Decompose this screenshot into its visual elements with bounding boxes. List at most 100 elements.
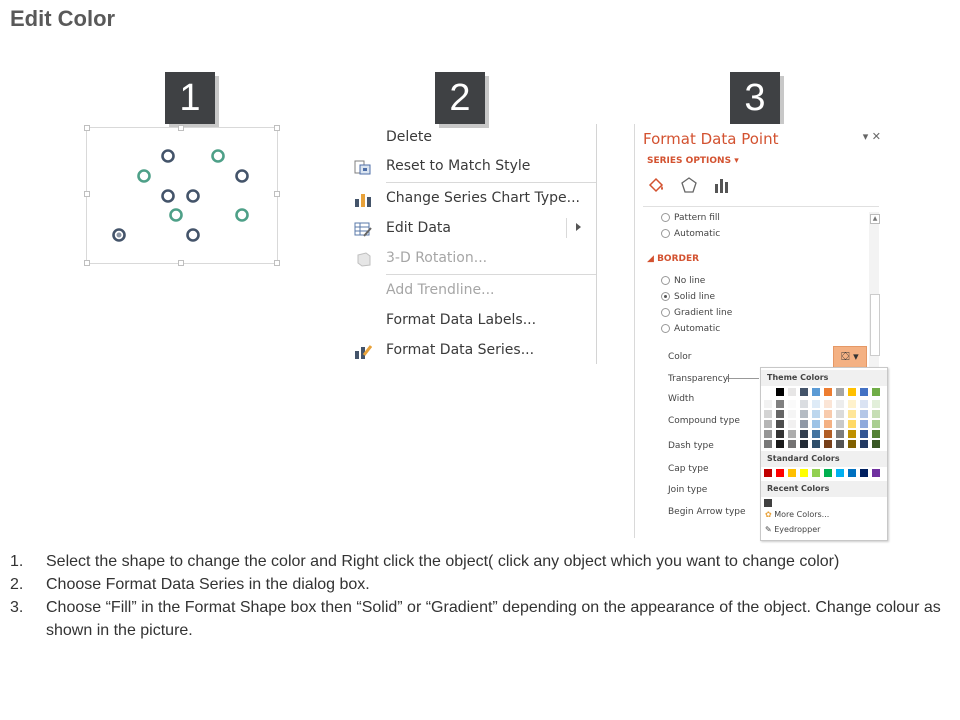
color-swatch[interactable] [872, 388, 880, 396]
color-swatch[interactable] [764, 499, 772, 507]
radio-button-selected[interactable] [661, 292, 670, 301]
color-swatch[interactable] [764, 440, 772, 448]
more-colors-item[interactable]: ✿ More Colors... [765, 510, 829, 519]
slider-thumb[interactable] [728, 374, 729, 382]
radio-automatic-line[interactable]: Automatic [661, 324, 720, 334]
color-swatch[interactable] [800, 388, 808, 396]
data-point-dark[interactable] [161, 189, 175, 203]
outline-color-button[interactable]: ⛋ ▾ [833, 346, 867, 368]
color-swatch[interactable] [776, 430, 784, 438]
data-point-teal[interactable] [169, 208, 183, 222]
color-swatch[interactable] [800, 469, 808, 477]
color-swatch[interactable] [812, 410, 820, 418]
radio-gradient-line[interactable]: Gradient line [661, 308, 732, 318]
color-swatch[interactable] [812, 420, 820, 428]
data-point-teal[interactable] [235, 208, 249, 222]
color-swatch[interactable] [848, 430, 856, 438]
color-swatch[interactable] [860, 440, 868, 448]
pentagon-effects-icon[interactable] [680, 176, 698, 194]
color-swatch[interactable] [824, 440, 832, 448]
color-swatch[interactable] [776, 388, 784, 396]
radio-button[interactable] [661, 324, 670, 333]
color-swatch[interactable] [812, 388, 820, 396]
color-swatch[interactable] [836, 420, 844, 428]
data-point-dark[interactable] [235, 169, 249, 183]
color-swatch[interactable] [836, 430, 844, 438]
color-swatch[interactable] [800, 410, 808, 418]
color-swatch[interactable] [848, 410, 856, 418]
border-section-header[interactable]: ◢ BORDER [647, 254, 699, 264]
color-swatch[interactable] [800, 430, 808, 438]
color-swatch[interactable] [824, 410, 832, 418]
color-swatch[interactable] [860, 420, 868, 428]
color-swatch[interactable] [860, 430, 868, 438]
color-swatch[interactable] [764, 420, 772, 428]
color-swatch[interactable] [860, 469, 868, 477]
color-swatch[interactable] [848, 440, 856, 448]
color-swatch[interactable] [872, 440, 880, 448]
color-swatch[interactable] [824, 430, 832, 438]
data-point-teal[interactable] [137, 169, 151, 183]
color-swatch[interactable] [788, 400, 796, 408]
color-swatch[interactable] [836, 400, 844, 408]
menu-item-edit-data[interactable]: Edit Data [350, 215, 596, 243]
radio-button[interactable] [661, 213, 670, 222]
color-swatch[interactable] [872, 410, 880, 418]
menu-item-change-series-chart-type[interactable]: Change Series Chart Type... [350, 185, 596, 213]
color-swatch[interactable] [764, 410, 772, 418]
series-options-dropdown[interactable]: SERIES OPTIONS ▾ [647, 156, 739, 166]
color-swatch[interactable] [824, 469, 832, 477]
color-swatch[interactable] [800, 420, 808, 428]
data-point-dark[interactable] [161, 149, 175, 163]
data-point-dark[interactable] [186, 189, 200, 203]
color-swatch[interactable] [836, 440, 844, 448]
radio-solid-line[interactable]: Solid line [661, 292, 715, 302]
data-point-teal[interactable] [211, 149, 225, 163]
color-swatch[interactable] [764, 388, 772, 396]
menu-item-add-trendline[interactable]: Add Trendline... [350, 277, 596, 305]
color-swatch[interactable] [776, 420, 784, 428]
color-swatch[interactable] [824, 420, 832, 428]
color-swatch[interactable] [860, 400, 868, 408]
color-swatch[interactable] [764, 400, 772, 408]
color-swatch[interactable] [788, 469, 796, 477]
color-swatch[interactable] [788, 410, 796, 418]
menu-item-reset-to-match-style[interactable]: Reset to Match Style [350, 153, 596, 181]
color-swatch[interactable] [812, 440, 820, 448]
color-swatch[interactable] [836, 469, 844, 477]
color-swatch[interactable] [860, 410, 868, 418]
close-icon[interactable]: ✕ [872, 130, 881, 143]
color-swatch[interactable] [848, 400, 856, 408]
scroll-thumb[interactable] [870, 294, 880, 356]
color-swatch[interactable] [872, 430, 880, 438]
color-swatch[interactable] [872, 420, 880, 428]
color-swatch[interactable] [788, 430, 796, 438]
color-swatch[interactable] [836, 388, 844, 396]
menu-item-delete[interactable]: Delete [350, 124, 596, 152]
color-swatch[interactable] [860, 388, 868, 396]
color-swatch[interactable] [836, 410, 844, 418]
color-swatch[interactable] [872, 400, 880, 408]
color-swatch[interactable] [848, 469, 856, 477]
color-swatch[interactable] [764, 469, 772, 477]
color-swatch[interactable] [788, 388, 796, 396]
menu-item-3d-rotation[interactable]: 3-D Rotation... [350, 245, 596, 273]
menu-item-format-data-series[interactable]: Format Data Series... [350, 337, 596, 365]
radio-button[interactable] [661, 229, 670, 238]
color-swatch[interactable] [800, 400, 808, 408]
color-swatch[interactable] [776, 469, 784, 477]
color-swatch[interactable] [788, 420, 796, 428]
color-swatch[interactable] [812, 430, 820, 438]
color-swatch[interactable] [776, 440, 784, 448]
color-swatch[interactable] [776, 410, 784, 418]
radio-button[interactable] [661, 308, 670, 317]
color-swatch[interactable] [848, 388, 856, 396]
radio-automatic-fill[interactable]: Automatic [661, 229, 720, 239]
color-swatch[interactable] [812, 469, 820, 477]
radio-pattern-fill[interactable]: Pattern fill [661, 213, 720, 223]
color-swatch[interactable] [764, 430, 772, 438]
menu-item-format-data-labels[interactable]: Format Data Labels... [350, 307, 596, 335]
color-swatch[interactable] [800, 440, 808, 448]
scroll-up-arrow-icon[interactable]: ▲ [870, 214, 880, 224]
color-swatch[interactable] [872, 469, 880, 477]
